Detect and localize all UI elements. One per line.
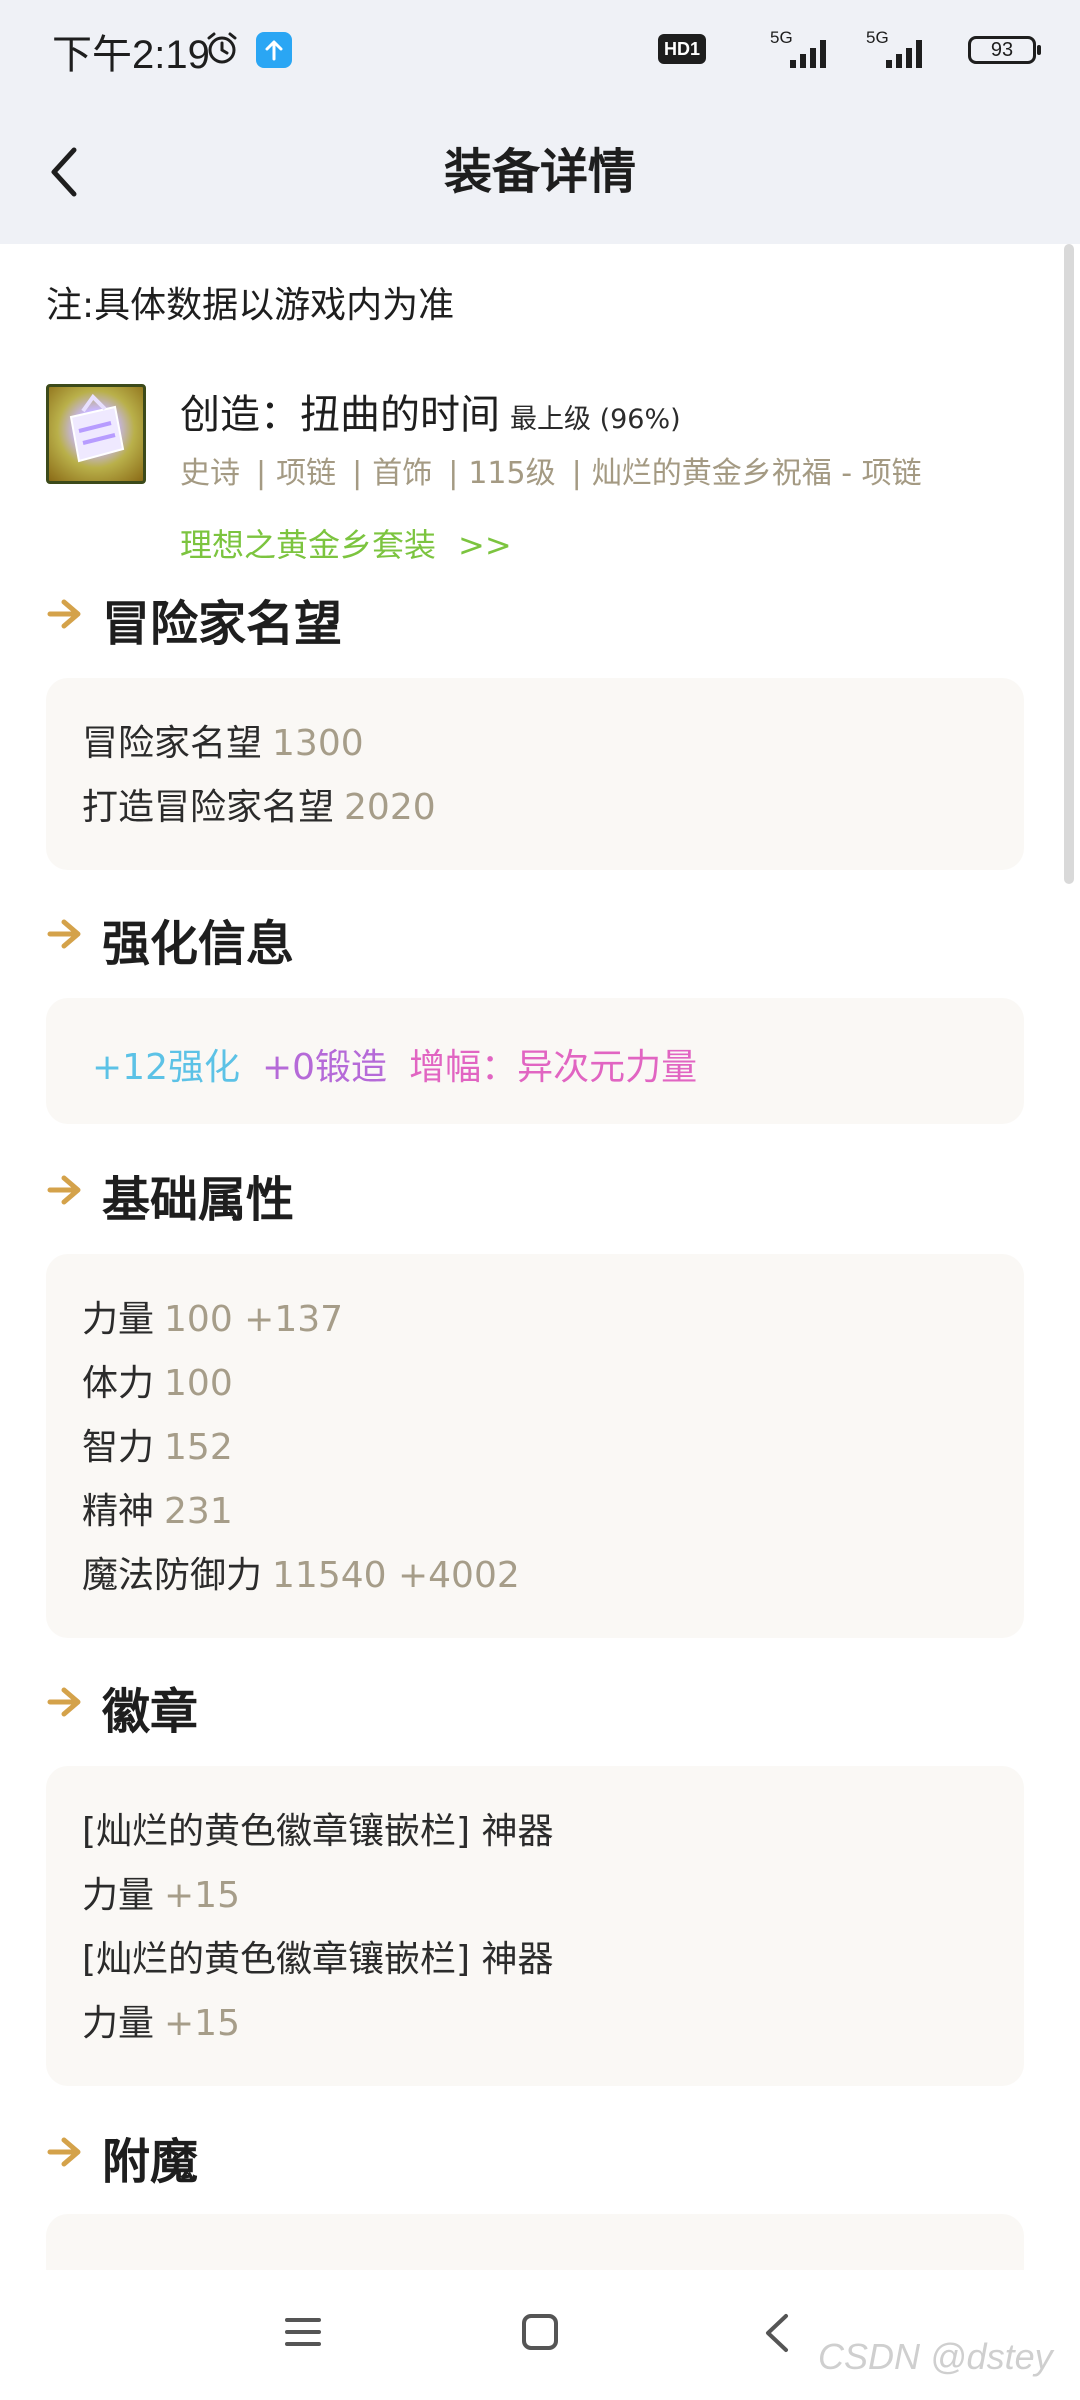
stat-row: 智力 152 — [82, 1418, 233, 1470]
section-title-base-text: 基础属性 — [102, 1172, 295, 1228]
item-tags: 史诗 | 项链 | 首饰 | 115级 | 灿烂的黄金乡祝福 - 项链 — [180, 456, 922, 491]
scrollbar-thumb[interactable] — [1064, 244, 1074, 884]
signal-1-icon: 5G — [770, 28, 840, 72]
stat-value: 1300 — [272, 723, 364, 764]
stat-value: +15 — [164, 2003, 240, 2044]
stat-row: 打造冒险家名望 2020 — [82, 778, 436, 830]
tag-category: 首饰 — [372, 456, 433, 491]
arrow-icon — [47, 1687, 81, 1717]
stat-label: 魔法防御力 — [82, 1555, 263, 1596]
tag-source: 灿烂的黄金乡祝福 - 项链 — [591, 456, 922, 491]
signal-2-icon: 5G — [866, 28, 936, 72]
stat-label: 精神 — [82, 1491, 155, 1532]
arrow-icon — [47, 1175, 81, 1205]
stat-value: +15 — [164, 1875, 240, 1916]
alarm-icon — [207, 32, 237, 64]
stat-row: 体力 100 — [82, 1354, 233, 1406]
system-nav-bar: CSDN @dstey — [0, 2270, 1080, 2400]
emblem-card: [灿烂的黄色徽章镶嵌栏] 神器 力量 +15 [灿烂的黄色徽章镶嵌栏] 神器 力量… — [46, 1766, 1024, 2086]
stat-row: 魔法防御力 11540 +4002 — [82, 1546, 520, 1598]
tag-rarity: 史诗 — [180, 456, 240, 491]
arrow-icon — [47, 2137, 81, 2167]
stat-label: 打造冒险家名望 — [82, 787, 335, 828]
base-attributes-card: 力量 100 +137 体力 100 智力 152 精神 231 魔法防御力 11540 … — [46, 1254, 1024, 1638]
enhance-level: +12强化 — [92, 1047, 240, 1088]
section-title-base: 基础属性 — [46, 1160, 294, 1230]
stat-label: 力量 — [82, 1299, 155, 1340]
section-title-emblem: 徽章 — [46, 1672, 198, 1742]
back-button[interactable] — [36, 136, 96, 208]
detail-content[interactable]: 注:具体数据以游戏内为准 创造：扭曲的时间 最上级 (96%) 史诗 | 项链 | 首饰 |… — [0, 244, 1080, 2270]
stat-value: 231 — [164, 1491, 233, 1532]
emblem-slot-label: [灿烂的黄色徽章镶嵌栏] 神器 — [82, 1811, 554, 1852]
stat-value: 2020 — [344, 787, 436, 828]
menu-icon[interactable] — [283, 2312, 323, 2352]
stat-value: 152 — [164, 1427, 233, 1468]
page-title: 装备详情 — [443, 144, 636, 200]
section-title-enchant-text: 附魔 — [102, 2134, 199, 2190]
stat-label: 智力 — [82, 1427, 155, 1468]
battery-tip — [1037, 45, 1041, 55]
set-link-chevron: >> — [458, 526, 512, 564]
watermark: CSDN @dstey — [818, 2336, 1053, 2377]
forge-level: +0锻造 — [261, 1047, 388, 1088]
stat-row: 精神 231 — [82, 1482, 233, 1534]
stat-row: 冒险家名望 1300 — [82, 714, 364, 766]
section-title-reputation-text: 冒险家名望 — [102, 596, 343, 652]
emblem-slot-label: [灿烂的黄色徽章镶嵌栏] 神器 — [82, 1939, 554, 1980]
stat-value: 11540 +4002 — [272, 1555, 520, 1596]
stat-label: 冒险家名望 — [82, 723, 263, 764]
status-bar: 下午2:19 HD1 5G 5G 93 — [0, 0, 1080, 100]
section-title-reputation: 冒险家名望 — [46, 584, 342, 654]
status-time: 下午2:19 — [52, 33, 210, 77]
stat-label: 力量 — [82, 1875, 155, 1916]
section-title-enchant: 附魔 — [46, 2122, 198, 2192]
hd-badge: HD1 — [658, 34, 706, 64]
enhance-row: +12强化 +0锻造 增幅：异次元力量 — [92, 1038, 697, 1090]
status-indicators: HD1 5G 5G 93 — [616, 28, 1041, 72]
stat-value: 100 — [164, 1363, 233, 1404]
set-link-label: 理想之黄金乡套装 — [180, 526, 437, 564]
upload-notification-icon — [256, 32, 292, 68]
section-title-enhance: 强化信息 — [46, 904, 294, 974]
nav-back-icon[interactable] — [758, 2310, 798, 2356]
amplify-info: 增幅：异次元力量 — [409, 1047, 698, 1088]
emblem-slot-row: [灿烂的黄色徽章镶嵌栏] 神器 — [82, 1802, 554, 1854]
home-icon[interactable] — [520, 2312, 560, 2352]
section-title-enhance-text: 强化信息 — [102, 916, 295, 972]
emblem-slot-row: [灿烂的黄色徽章镶嵌栏] 神器 — [82, 1930, 554, 1982]
item-name-text: 创造：扭曲的时间 — [180, 392, 500, 438]
tag-type: 项链 — [276, 456, 337, 491]
tag-level: 115级 — [468, 456, 556, 491]
stat-row: 力量 +15 — [82, 1866, 240, 1918]
enhance-card: +12强化 +0锻造 增幅：异次元力量 — [46, 998, 1024, 1124]
reputation-card: 冒险家名望 1300 打造冒险家名望 2020 — [46, 678, 1024, 870]
battery-icon: 93 — [968, 36, 1041, 64]
stat-label: 力量 — [82, 2003, 155, 2044]
enchant-card — [46, 2214, 1024, 2270]
battery-level: 93 — [990, 39, 1014, 61]
stat-label: 体力 — [82, 1363, 155, 1404]
stat-row: 力量 +15 — [82, 1994, 240, 2046]
item-name: 创造：扭曲的时间 最上级 (96%) — [180, 382, 681, 440]
set-link[interactable]: 理想之黄金乡套装 >> — [180, 520, 512, 566]
item-icon — [46, 384, 146, 484]
data-note: 注:具体数据以游戏内为准 — [46, 285, 455, 326]
stat-value: 100 +137 — [164, 1299, 344, 1340]
stat-row: 力量 100 +137 — [82, 1290, 343, 1342]
arrow-icon — [47, 919, 81, 949]
arrow-icon — [47, 599, 81, 629]
app-header: 装备详情 — [0, 100, 1080, 244]
section-title-emblem-text: 徽章 — [102, 1684, 199, 1740]
item-grade: 最上级 (96%) — [510, 404, 681, 435]
